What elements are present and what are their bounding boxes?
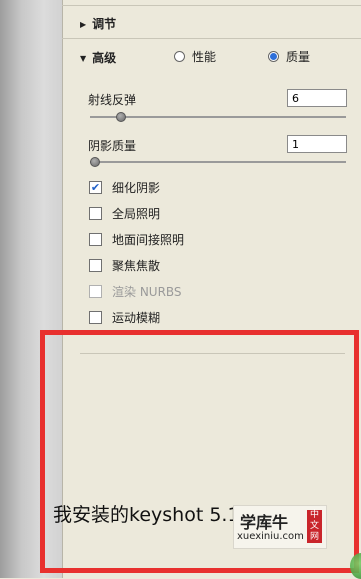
checkmark-icon: ✔ [89,181,102,194]
performance-radio[interactable]: 性能 [174,48,216,65]
ground-indirect-illumination-label: 地面间接照明 [112,233,185,247]
checkbox-empty-icon [89,207,102,220]
shadow-quality-label: 阴影质量 [88,139,137,153]
render-nurbs-label: 渲染 NURBS [112,285,182,299]
watermark-seal: 中文网 [307,510,322,543]
refine-shadows-checkbox[interactable]: ✔ 细化阴影 [89,179,160,196]
caustics-checkbox[interactable]: 聚焦焦散 [89,257,160,274]
adjust-section-label: 调节 [92,17,117,31]
quality-radio[interactable]: 质量 [268,48,310,65]
caustics-label: 聚焦焦散 [112,259,161,273]
radio-unselected-icon [174,51,185,62]
checkbox-empty-icon [89,233,102,246]
global-illumination-checkbox[interactable]: 全局照明 [89,205,160,222]
watermark-url: xuexiniu.com [237,531,304,542]
advanced-section-header[interactable]: ▼ 高级 [80,49,116,66]
radio-selected-icon [268,51,279,62]
adjust-section-header[interactable]: ▶ 调节 [80,15,116,32]
motion-blur-label: 运动模糊 [112,311,161,325]
quality-radio-label: 质量 [286,50,311,64]
section-separator [62,38,361,39]
top-separator [62,5,361,6]
checkbox-empty-icon [89,311,102,324]
ray-bounces-slider-track[interactable] [90,116,346,118]
global-illumination-label: 全局照明 [112,207,161,221]
watermark-title: 学库牛 [240,513,289,532]
advanced-section-label: 高级 [92,51,117,65]
expanded-triangle-icon: ▼ [80,54,87,63]
ray-bounces-label: 射线反弹 [88,93,137,107]
shadow-quality-slider-track[interactable] [90,161,346,163]
ground-indirect-illumination-checkbox[interactable]: 地面间接照明 [89,231,184,248]
shadow-quality-input[interactable] [287,135,347,153]
checkbox-empty-icon [89,259,102,272]
collapsed-triangle-icon: ▶ [80,20,87,29]
performance-radio-label: 性能 [192,50,217,64]
watermark-logo: 学库牛 xuexiniu.com 中文网 [233,505,327,549]
ray-bounces-input[interactable] [287,89,347,107]
motion-blur-checkbox[interactable]: 运动模糊 [89,309,160,326]
refine-shadows-label: 细化阴影 [112,181,161,195]
ray-bounces-slider-handle[interactable] [115,112,126,122]
render-nurbs-checkbox: 渲染 NURBS [89,283,182,300]
checkbox-disabled-icon [89,285,102,298]
